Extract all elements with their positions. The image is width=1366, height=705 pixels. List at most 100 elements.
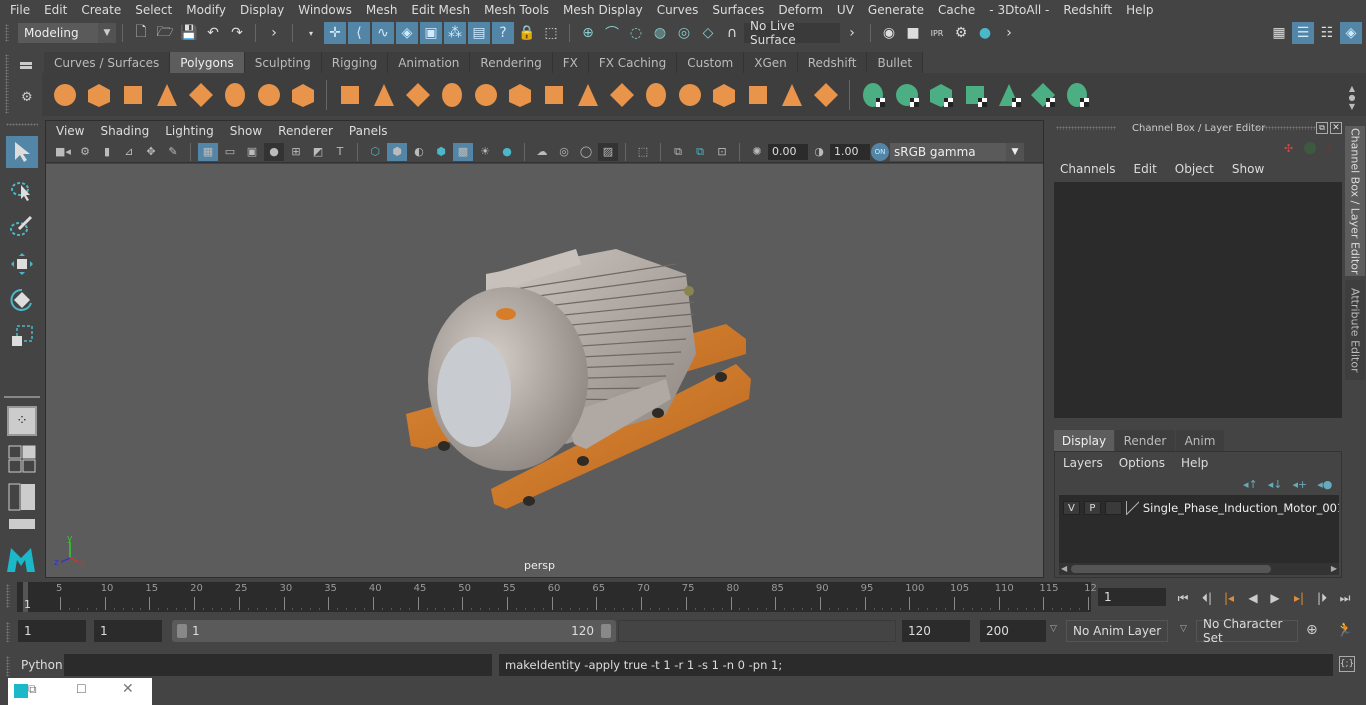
poly-cube-icon[interactable]	[82, 78, 116, 112]
drag-handle[interactable]	[6, 123, 38, 126]
shelf-tab-rigging[interactable]: Rigging	[321, 52, 389, 73]
insert-edge-loop-icon[interactable]	[673, 78, 707, 112]
2d-pan-zoom-icon[interactable]: ✥	[141, 143, 161, 161]
snap-grid-icon[interactable]: ⊕	[577, 22, 599, 44]
3d-viewport[interactable]: y x z persp	[46, 164, 1043, 577]
shelf-tab-curves-surfaces[interactable]: Curves / Surfaces	[44, 52, 171, 73]
end-time-field[interactable]: 200	[980, 620, 1046, 642]
smooth-icon[interactable]	[435, 78, 469, 112]
lasso-tool-icon[interactable]	[6, 174, 38, 206]
shelf-tab-polygons[interactable]: Polygons	[170, 52, 245, 73]
color-management-toggle[interactable]: ON	[871, 142, 889, 161]
horizontal-scrollbar[interactable]: ◀ ▶	[1059, 563, 1339, 575]
select-tool-icon[interactable]	[6, 136, 38, 168]
channel-box-area[interactable]	[1054, 182, 1342, 418]
tool-settings-icon[interactable]: ☷	[1316, 22, 1338, 44]
anim-layer-dropdown[interactable]: No Anim Layer	[1066, 620, 1168, 642]
toggle-icon[interactable]	[1304, 142, 1316, 154]
range-end-handle[interactable]	[601, 624, 611, 638]
select-by-component-icon[interactable]: ∿	[372, 22, 394, 44]
playback-end-field[interactable]: 120	[902, 620, 970, 642]
menu-uv[interactable]: UV	[830, 3, 861, 17]
new-layer-icon[interactable]: ◂+	[1293, 478, 1308, 491]
start-time-field[interactable]: 1	[18, 620, 86, 642]
collapse-arrow-icon[interactable]: ›	[841, 22, 863, 44]
extract-icon[interactable]	[469, 78, 503, 112]
anim-layer-dropdown-arrow[interactable]: ▽	[1050, 624, 1057, 634]
save-scene-icon[interactable]: 💾	[178, 22, 200, 44]
menu-redshift[interactable]: Redshift	[1056, 3, 1119, 17]
four-view-layout-icon[interactable]	[7, 444, 37, 474]
visibility-toggle[interactable]: V	[1063, 501, 1080, 515]
safe-title-icon[interactable]: T	[330, 143, 350, 161]
viewport-menu-shading[interactable]: Shading	[92, 124, 157, 138]
shelf-tab-xgen[interactable]: XGen	[744, 52, 798, 73]
range-slider-bar[interactable]: 1 120	[172, 620, 616, 642]
xray-active-icon[interactable]: ⊡	[712, 143, 732, 161]
uv-cylindrical-icon[interactable]	[890, 78, 924, 112]
playback-toggle[interactable]: P	[1083, 501, 1101, 515]
snap-live-icon[interactable]: ◇	[697, 22, 719, 44]
drag-handle[interactable]	[6, 656, 10, 676]
auto-key-icon[interactable]: ⊕	[1306, 622, 1318, 638]
open-scene-icon[interactable]: 🗁	[154, 22, 176, 44]
multi-cut-icon[interactable]	[537, 78, 571, 112]
select-misc-icon[interactable]: ▤	[468, 22, 490, 44]
current-frame-field[interactable]: 1	[1098, 588, 1166, 606]
menu-show[interactable]: Show	[1232, 162, 1264, 176]
drag-handle[interactable]	[5, 54, 9, 114]
menu-layers[interactable]: Layers	[1063, 456, 1103, 470]
menu-options[interactable]: Options	[1119, 456, 1165, 470]
select-by-object-type-icon[interactable]: ⟨	[348, 22, 370, 44]
move-tool-icon[interactable]	[6, 248, 38, 280]
step-forward-key-icon[interactable]: |⏵	[1313, 590, 1331, 606]
go-to-start-icon[interactable]: ⏮	[1174, 590, 1192, 606]
viewport-menu-renderer[interactable]: Renderer	[270, 124, 341, 138]
mirror-icon[interactable]	[401, 78, 435, 112]
shadows-icon[interactable]: ●	[497, 143, 517, 161]
offset-edge-loop-icon[interactable]	[707, 78, 741, 112]
play-forwards-icon[interactable]: ▶	[1266, 590, 1284, 606]
menu-display[interactable]: Display	[233, 3, 291, 17]
playback-start-field[interactable]: 1	[94, 620, 162, 642]
drag-handle[interactable]	[6, 584, 10, 608]
layer-name[interactable]: Single_Phase_Induction_Motor_001_l	[1143, 501, 1339, 515]
poly-torus-icon[interactable]	[218, 78, 252, 112]
arrow-icon[interactable]: ↗	[1324, 142, 1333, 155]
display-type-toggle[interactable]	[1104, 501, 1122, 515]
scroll-left-icon[interactable]: ◀	[1061, 564, 1067, 573]
select-vertex-icon[interactable]: ◈	[396, 22, 418, 44]
dropdown-arrow-icon[interactable]: ▾	[300, 22, 322, 44]
wireframe-icon[interactable]: ⬡	[365, 143, 385, 161]
bridge-icon[interactable]	[605, 78, 639, 112]
select-camera-icon[interactable]: ■◂	[53, 143, 73, 161]
character-set-dropdown-arrow[interactable]: ▽	[1180, 624, 1187, 634]
character-set-dropdown[interactable]: No Character Set	[1196, 617, 1298, 645]
layer-row[interactable]: V P Single_Phase_Induction_Motor_001_l	[1059, 499, 1339, 517]
live-surface-field[interactable]: No Live Surface	[744, 19, 840, 47]
select-uv-icon[interactable]: ⁂	[444, 22, 466, 44]
exposure-field[interactable]: 0.00	[768, 143, 808, 160]
tab-anim[interactable]: Anim	[1176, 430, 1224, 451]
uv-spherical-icon[interactable]	[924, 78, 958, 112]
exposure-icon[interactable]: ✺	[747, 143, 767, 161]
menu-3dtoall[interactable]: - 3DtoAll -	[982, 3, 1056, 17]
modeling-toolkit-icon[interactable]: ▦	[1268, 22, 1290, 44]
redo-icon[interactable]: ↷	[226, 22, 248, 44]
scroll-right-icon[interactable]: ▶	[1331, 564, 1337, 573]
highlight-selection-icon[interactable]: ⬚	[540, 22, 562, 44]
time-slider-track[interactable]: 1 5 10 15 20 25 30 35 40 45 50 55 60 65 70 75 80 85 90 95 1…	[17, 582, 1097, 612]
select-face-icon[interactable]: ▣	[420, 22, 442, 44]
shelf-tab-fx-caching[interactable]: FX Caching	[588, 52, 678, 73]
drag-handle[interactable]	[5, 24, 9, 42]
close-icon[interactable]: ✕	[122, 681, 134, 697]
bevel-icon[interactable]	[639, 78, 673, 112]
scale-tool-icon[interactable]	[6, 320, 38, 352]
combine-icon[interactable]	[333, 78, 367, 112]
gamma-icon[interactable]: ◑	[809, 143, 829, 161]
hypershade-icon[interactable]: ●	[974, 22, 996, 44]
append-polygon-icon[interactable]	[741, 78, 775, 112]
rotate-tool-icon[interactable]	[6, 284, 38, 316]
undo-icon[interactable]: ↶	[202, 22, 224, 44]
xray-icon[interactable]: ⧉	[668, 143, 688, 161]
